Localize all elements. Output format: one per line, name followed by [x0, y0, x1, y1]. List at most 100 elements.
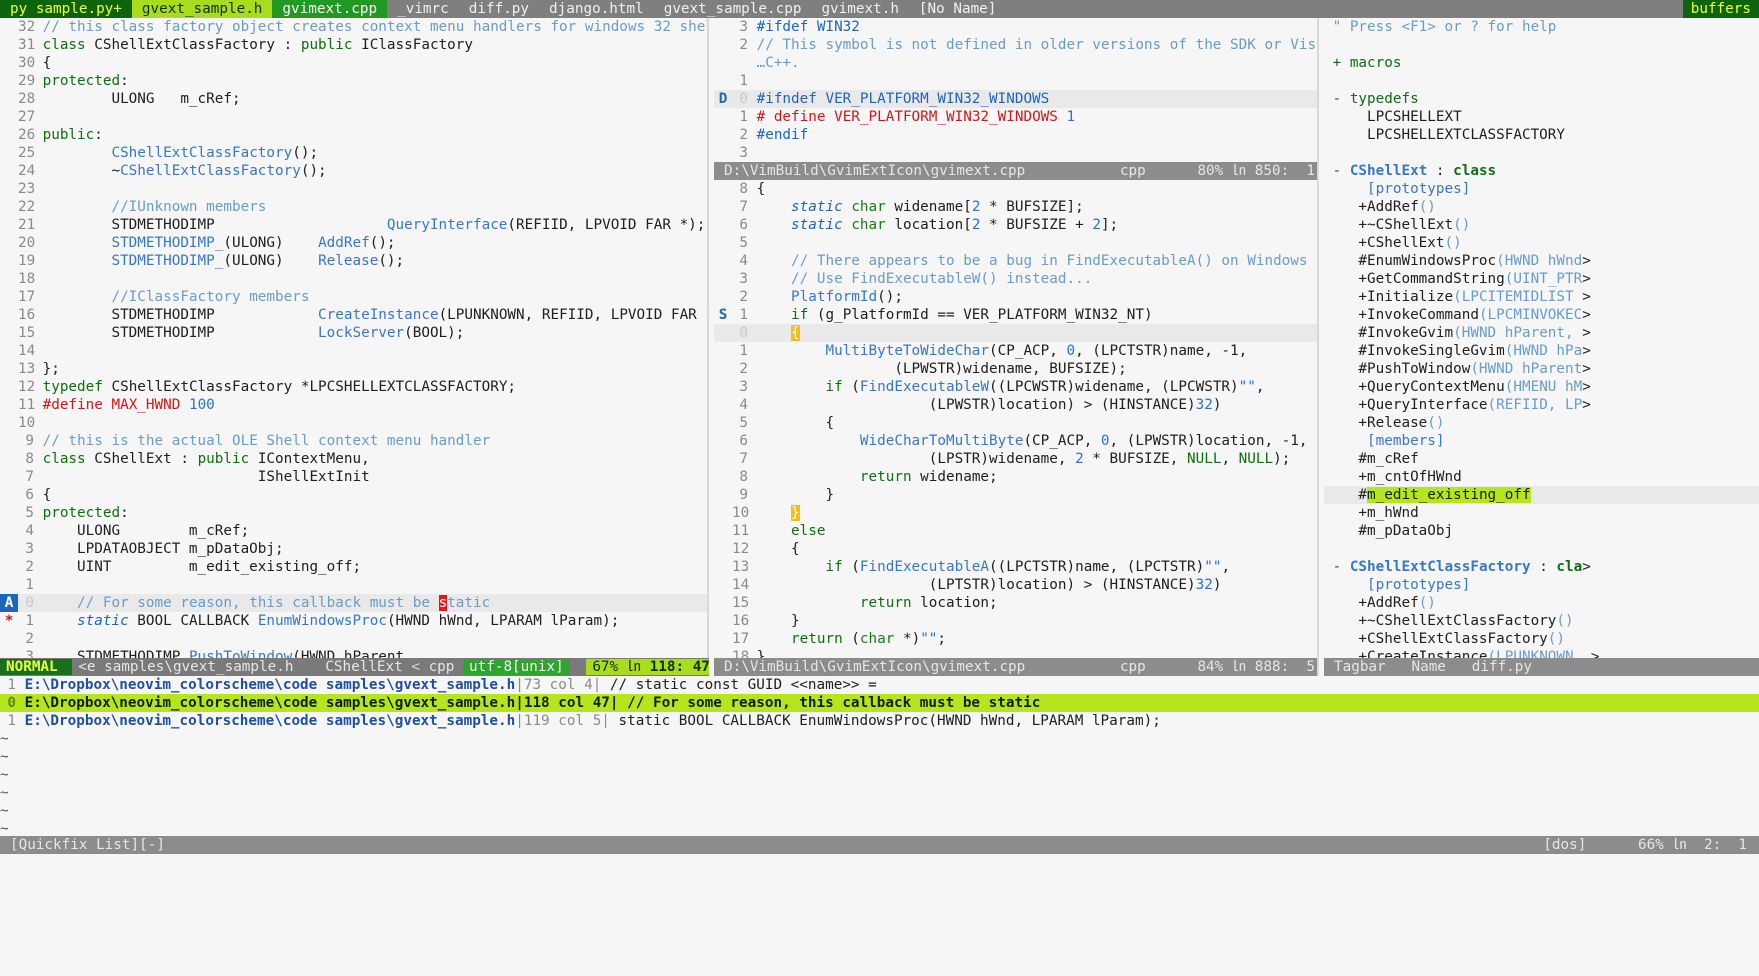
quickfix-item[interactable]: 1 E:\Dropbox\neovim_colorscheme\code sam…: [0, 676, 1759, 694]
tagbar-line[interactable]: +QueryInterface(REFIID, LP>: [1324, 396, 1759, 414]
tagbar-line[interactable]: - CShellExtClassFactory : cla>: [1324, 558, 1759, 576]
code-text: CShellExtClassFactory();: [111, 145, 319, 161]
tagbar-line[interactable]: [prototypes]: [1324, 576, 1759, 594]
tab-item[interactable]: gvext_sample.cpp: [654, 0, 812, 18]
tagbar-line[interactable]: [1324, 144, 1759, 162]
line-number: 7: [25, 469, 34, 485]
tagbar-line[interactable]: +AddRef(): [1324, 198, 1759, 216]
editor-pane-left[interactable]: 32 // this class factory object creates …: [0, 18, 707, 658]
line-number: 11: [732, 523, 750, 539]
code-line: 28 ULONG m_cRef;: [0, 90, 707, 108]
vertical-split-right[interactable]: [1317, 18, 1319, 676]
line-number: 5: [739, 415, 748, 431]
tagbar-line[interactable]: " Press <F1> or ? for help: [1324, 18, 1759, 36]
tagbar-line[interactable]: #InvokeSingleGvim(HWND hPa>: [1324, 342, 1759, 360]
line-number: 12: [732, 541, 750, 557]
tagbar-line[interactable]: +CShellExt(): [1324, 234, 1759, 252]
tab-item[interactable]: gvext_sample.h: [131, 0, 273, 18]
tagbar-line[interactable]: #m_edit_existing_off: [1324, 486, 1759, 504]
line-number: 10: [732, 505, 750, 521]
code-text: return widename;: [859, 469, 998, 485]
line-number: 1: [739, 109, 748, 125]
tagbar-line[interactable]: - CShellExt : class: [1324, 162, 1759, 180]
tagbar-line[interactable]: [1324, 36, 1759, 54]
code-line: 11 #define MAX_HWND 100: [0, 396, 707, 414]
tab-item[interactable]: django.html: [539, 0, 654, 18]
quickfix-pane[interactable]: 1 E:\Dropbox\neovim_colorscheme\code sam…: [0, 676, 1759, 836]
tagbar-line[interactable]: +~CShellExtClassFactory(): [1324, 612, 1759, 630]
tagbar-line[interactable]: [1324, 72, 1759, 90]
tagbar-line[interactable]: #EnumWindowsProc(HWND hWnd>: [1324, 252, 1759, 270]
tagbar-line[interactable]: +Initialize(LPCITEMIDLIST >: [1324, 288, 1759, 306]
tagbar-line[interactable]: [1324, 540, 1759, 558]
tagbar-pane[interactable]: " Press <F1> or ? for help + macros - ty…: [1324, 18, 1759, 658]
tagbar-line[interactable]: +QueryContextMenu(HMENU hM>: [1324, 378, 1759, 396]
code-line: 3: [714, 144, 1317, 162]
line-number: 10: [18, 415, 36, 431]
tagbar-line[interactable]: +GetCommandString(UINT_PTR>: [1324, 270, 1759, 288]
code-text: // This symbol is not defined in older v…: [756, 37, 1317, 53]
tagbar-line[interactable]: #PushToWindow(HWND hParent>: [1324, 360, 1759, 378]
tagbar-line[interactable]: + macros: [1324, 54, 1759, 72]
tab-item[interactable]: gvimext.h: [811, 0, 908, 18]
quickfix-item[interactable]: 0 E:\Dropbox\neovim_colorscheme\code sam…: [0, 694, 1759, 712]
code-line: 1 # define VER_PLATFORM_WIN32_WINDOWS 1: [714, 108, 1317, 126]
tagbar-line[interactable]: +InvokeCommand(LPCMINVOKEC>: [1324, 306, 1759, 324]
tagbar-line[interactable]: +~CShellExt(): [1324, 216, 1759, 234]
quickfix-item[interactable]: 1 E:\Dropbox\neovim_colorscheme\code sam…: [0, 712, 1759, 730]
tagbar-line[interactable]: - typedefs: [1324, 90, 1759, 108]
tab-item[interactable]: diff.py: [459, 0, 539, 18]
tab-item[interactable]: gvimext.cpp: [272, 0, 388, 18]
tagbar-line[interactable]: +m_hWnd: [1324, 504, 1759, 522]
sign-column: S: [718, 307, 728, 323]
code-text: static BOOL CALLBACK EnumWindowsProc(HWN…: [77, 613, 620, 629]
line-number: 1: [739, 73, 748, 89]
line-number: 6: [25, 487, 34, 503]
editor-pane-mid-top[interactable]: 3 #ifdef WIN32 2 // This symbol is not de…: [714, 18, 1317, 162]
tagbar-line[interactable]: +CreateInstance(LPUNKNOWN, >: [1324, 648, 1759, 658]
code-text: //IUnknown members: [111, 199, 267, 215]
code-line: 1 MultiByteToWideChar(CP_ACP, 0, (LPCTST…: [714, 342, 1317, 360]
tagbar-line[interactable]: +CShellExtClassFactory(): [1324, 630, 1759, 648]
tagbar-line[interactable]: +Release(): [1324, 414, 1759, 432]
empty-line-marker: ~: [0, 821, 9, 836]
tagbar-line[interactable]: LPCSHELLEXTCLASSFACTORY: [1324, 126, 1759, 144]
code-line: 8 {: [714, 180, 1317, 198]
code-text: IShellExtInit: [34, 469, 370, 485]
tagbar-line[interactable]: [prototypes]: [1324, 180, 1759, 198]
vertical-split-left[interactable]: [707, 18, 709, 676]
code-line: 7 (LPSTR)widename, 2 * BUFSIZE, NULL, NU…: [714, 450, 1317, 468]
statusline-mid-top: D:\VimBuild\GvimExtIcon\gvimext.cpp cpp …: [714, 162, 1317, 180]
tagbar-line[interactable]: #m_pDataObj: [1324, 522, 1759, 540]
command-line[interactable]: [0, 854, 1759, 976]
empty-line-marker: ~: [0, 803, 9, 819]
editor-pane-mid-bottom[interactable]: 8 {7 static char widename[2 * BUFSIZE]; 6…: [714, 180, 1317, 658]
tagbar-line[interactable]: #InvokeGvim(HWND hParent, >: [1324, 324, 1759, 342]
code-text: ULONG m_cRef;: [34, 523, 250, 539]
tagbar-line[interactable]: +m_cntOfHWnd: [1324, 468, 1759, 486]
line-number: 14: [18, 343, 36, 359]
tagbar-line[interactable]: [members]: [1324, 432, 1759, 450]
tagbar-sort: Name: [1411, 659, 1446, 675]
buffers-label: buffers: [1682, 0, 1759, 18]
code-text: };: [34, 361, 60, 377]
code-text: (LPSTR)widename, 2 * BUFSIZE, NULL, NULL…: [748, 451, 1291, 467]
line-number: 15: [18, 325, 36, 341]
line-number: 9: [739, 487, 748, 503]
line-number: 26: [18, 127, 36, 143]
code-line: 16 STDMETHODIMP CreateInstance(LPUNKNOWN…: [0, 306, 707, 324]
tab-item[interactable]: py sample.py+: [0, 0, 132, 18]
tagbar-line[interactable]: +AddRef(): [1324, 594, 1759, 612]
tagbar-line[interactable]: #m_cRef: [1324, 450, 1759, 468]
code-line: * 1 static BOOL CALLBACK EnumWindowsProc(…: [0, 612, 707, 630]
line-number: 13: [732, 559, 750, 575]
tagbar-line[interactable]: LPCSHELLEXT: [1324, 108, 1759, 126]
tab-item[interactable]: _vimrc: [387, 0, 459, 18]
code-text: {: [791, 325, 800, 341]
tab-item[interactable]: [No Name]: [909, 0, 1006, 18]
status-position: 67% ㏑ 118: 47: [586, 659, 709, 675]
code-text: PlatformId();: [791, 289, 903, 305]
code-line: 6 {: [0, 486, 707, 504]
line-number: 28: [18, 91, 36, 107]
